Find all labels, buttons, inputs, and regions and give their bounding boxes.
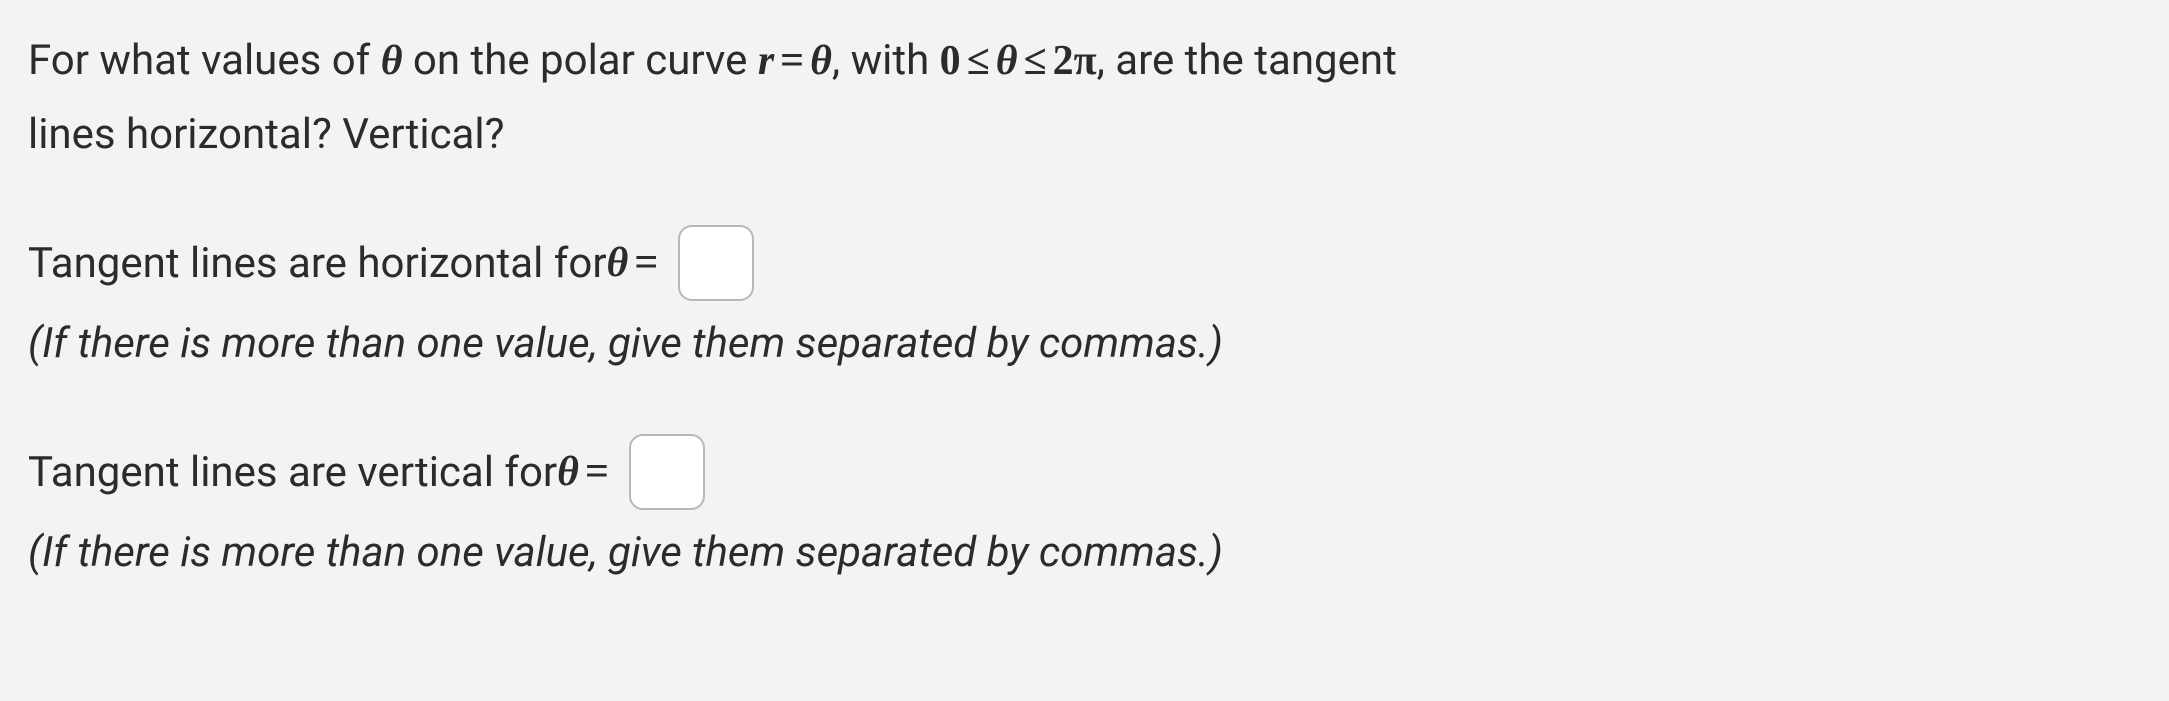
question-line-2: lines horizontal? Vertical? bbox=[28, 102, 2141, 167]
vertical-block: Tangent lines are vertical for θ= (If th… bbox=[28, 434, 2141, 585]
horizontal-input[interactable] bbox=[678, 225, 754, 301]
two-pi-symbol: 2π bbox=[1053, 38, 1097, 84]
question-line-1: For what values of θ on the polar curve … bbox=[28, 28, 2141, 94]
theta-symbol: θ bbox=[607, 231, 629, 296]
le-symbol: ≤ bbox=[961, 38, 996, 84]
question-text: , are the tangent bbox=[1097, 36, 1397, 85]
question-text: on the polar curve bbox=[403, 36, 758, 85]
theta-symbol: θ bbox=[996, 38, 1018, 84]
equals-symbol: = bbox=[579, 440, 615, 505]
horizontal-answer-row: Tangent lines are horizontal for θ= bbox=[28, 225, 2141, 301]
theta-symbol: θ bbox=[810, 38, 832, 84]
question-text: , with bbox=[832, 36, 940, 85]
equals-symbol: = bbox=[628, 231, 664, 296]
question-page: For what values of θ on the polar curve … bbox=[0, 0, 2169, 585]
le-symbol: ≤ bbox=[1018, 38, 1053, 84]
theta-symbol: θ bbox=[557, 440, 579, 505]
vertical-hint: (If there is more than one value, give t… bbox=[28, 520, 2141, 585]
equals-symbol: = bbox=[774, 38, 810, 84]
r-symbol: r bbox=[758, 38, 774, 84]
horizontal-hint: (If there is more than one value, give t… bbox=[28, 311, 2141, 376]
theta-symbol: θ bbox=[381, 38, 403, 84]
horizontal-block: Tangent lines are horizontal for θ= (If … bbox=[28, 225, 2141, 376]
vertical-input[interactable] bbox=[629, 434, 705, 510]
vertical-label: Tangent lines are vertical for bbox=[28, 440, 557, 505]
question-text: For what values of bbox=[28, 36, 381, 85]
horizontal-label: Tangent lines are horizontal for bbox=[28, 231, 607, 296]
zero-symbol: 0 bbox=[940, 38, 961, 84]
vertical-answer-row: Tangent lines are vertical for θ= bbox=[28, 434, 2141, 510]
